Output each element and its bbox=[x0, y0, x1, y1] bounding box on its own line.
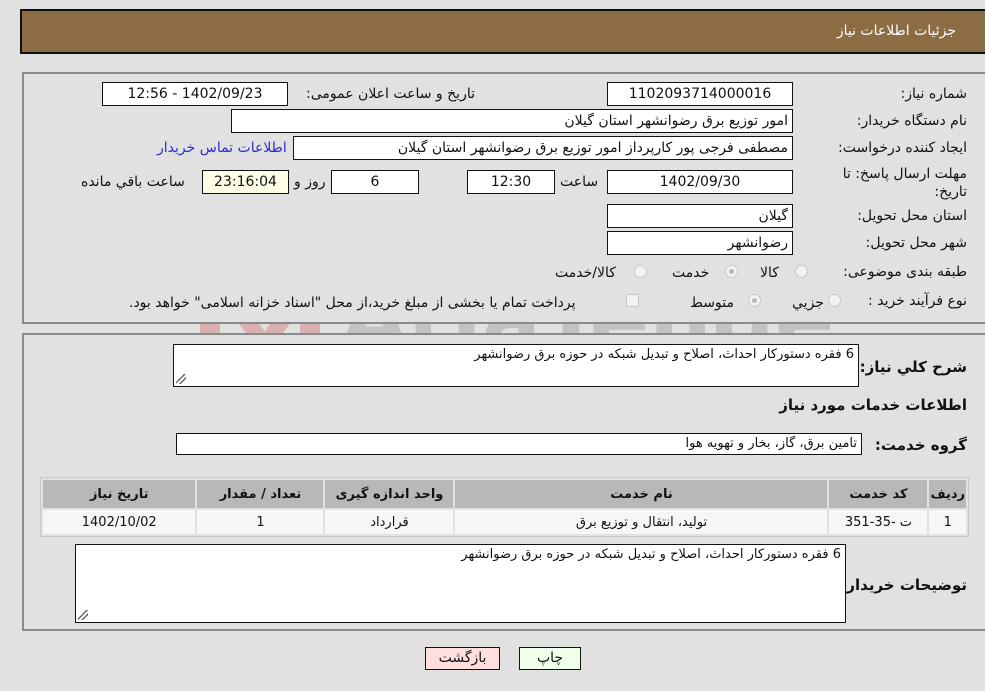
description-textarea[interactable]: 6 فقره دستورکار احداث، اصلاح و تبدیل شبک… bbox=[173, 344, 859, 387]
services-section-title: اطلاعات خدمات مورد نیاز bbox=[779, 396, 967, 414]
page-title: جزئیات اطلاعات نیاز bbox=[836, 23, 956, 39]
page-header: جزئیات اطلاعات نیاز bbox=[20, 9, 985, 54]
announce-datetime-field: 1402/09/23 - 12:56 bbox=[102, 82, 288, 106]
resize-grip-icon[interactable] bbox=[78, 610, 88, 620]
category-radio-goods-service[interactable] bbox=[634, 265, 647, 278]
column-header-row-number: ردیف bbox=[929, 480, 966, 508]
payment-note: پرداخت تمام یا بخشی از مبلغ خرید،از محل … bbox=[129, 295, 576, 311]
deadline-time-label: ساعت bbox=[560, 174, 599, 190]
requester-field: مصطفی فرجی پور کارپرداز امور توزیع برق ر… bbox=[293, 136, 793, 160]
column-header-unit: واحد اندازه گیری bbox=[325, 480, 454, 508]
description-label: شرح کلي نیاز: bbox=[859, 358, 967, 376]
province-field: گیلان bbox=[607, 204, 793, 228]
process-option-minor: جزيي bbox=[792, 295, 824, 311]
services-table: ردیف کد خدمت نام خدمت واحد اندازه گیری ت… bbox=[40, 477, 969, 537]
need-number-label: شماره نیاز: bbox=[900, 86, 968, 102]
treasury-bonds-checkbox[interactable] bbox=[626, 294, 639, 307]
buyer-notes-text: 6 فقره دستورکار احداث، اصلاح و تبدیل شبک… bbox=[461, 547, 841, 562]
deadline-days-field: 6 bbox=[331, 170, 419, 194]
service-group-field: تامین برق، گاز، بخار و تهویه هوا bbox=[176, 433, 862, 455]
cell-need-date: 1402/10/02 bbox=[43, 510, 196, 534]
column-header-service-name: نام خدمت bbox=[455, 480, 828, 508]
description-text: 6 فقره دستورکار احداث، اصلاح و تبدیل شبک… bbox=[474, 347, 854, 362]
buyer-org-label: نام دستگاه خریدار: bbox=[856, 113, 967, 129]
service-group-label: گروه خدمت: bbox=[874, 436, 967, 454]
province-label: استان محل تحویل: bbox=[857, 208, 967, 224]
cell-quantity: 1 bbox=[197, 510, 324, 534]
buyer-org-field: امور توزیع برق رضوانشهر استان گیلان bbox=[231, 109, 793, 133]
table-header-row: ردیف کد خدمت نام خدمت واحد اندازه گیری ت… bbox=[43, 480, 966, 508]
buyer-contact-link[interactable]: اطلاعات تماس خریدار bbox=[157, 140, 287, 156]
deadline-days-label: روز و bbox=[294, 174, 326, 190]
need-number-field: 1102093714000016 bbox=[607, 82, 793, 106]
column-header-quantity: تعداد / مقدار bbox=[197, 480, 324, 508]
print-button[interactable]: چاپ bbox=[519, 647, 581, 670]
city-label: شهر محل تحویل: bbox=[865, 235, 967, 251]
cell-unit: قرارداد bbox=[325, 510, 454, 534]
column-header-service-code: کد خدمت bbox=[829, 480, 928, 508]
category-option-service: خدمت bbox=[672, 265, 710, 281]
announce-datetime-label: تاریخ و ساعت اعلان عمومی: bbox=[306, 86, 475, 102]
category-label: طبقه بندی موضوعی: bbox=[843, 264, 967, 280]
cell-service-code: ت -35-351 bbox=[829, 510, 928, 534]
category-radio-goods[interactable] bbox=[795, 265, 808, 278]
requester-label: ایجاد کننده درخواست: bbox=[838, 140, 967, 156]
city-field: رضوانشهر bbox=[607, 231, 793, 255]
deadline-label: مهلت ارسال پاسخ: تا تاریخ: bbox=[842, 166, 967, 200]
table-row: 1 ت -35-351 تولید، انتقال و توزیع برق قر… bbox=[43, 510, 966, 534]
cell-service-name: تولید، انتقال و توزیع برق bbox=[455, 510, 828, 534]
process-radio-medium[interactable] bbox=[748, 294, 761, 307]
deadline-time-field: 12:30 bbox=[467, 170, 555, 194]
process-option-medium: متوسط bbox=[690, 295, 734, 311]
buyer-notes-textarea[interactable]: 6 فقره دستورکار احداث، اصلاح و تبدیل شبک… bbox=[75, 544, 846, 623]
process-radio-minor[interactable] bbox=[828, 294, 841, 307]
category-option-goods: کالا bbox=[760, 265, 779, 281]
category-option-goods-service: کالا/خدمت bbox=[555, 265, 616, 281]
buyer-notes-label: توضیحات خریدار: bbox=[840, 576, 967, 594]
remaining-time-label: ساعت باقي مانده bbox=[81, 174, 185, 190]
back-button[interactable]: بازگشت bbox=[425, 647, 500, 670]
category-radio-service[interactable] bbox=[725, 265, 738, 278]
cell-row-number: 1 bbox=[929, 510, 966, 534]
remaining-time-field: 23:16:04 bbox=[202, 170, 289, 194]
resize-grip-icon[interactable] bbox=[176, 374, 186, 384]
column-header-need-date: تاریخ نیاز bbox=[43, 480, 196, 508]
process-type-label: نوع فرآیند خرید : bbox=[868, 293, 967, 309]
deadline-date-field: 1402/09/30 bbox=[607, 170, 793, 194]
